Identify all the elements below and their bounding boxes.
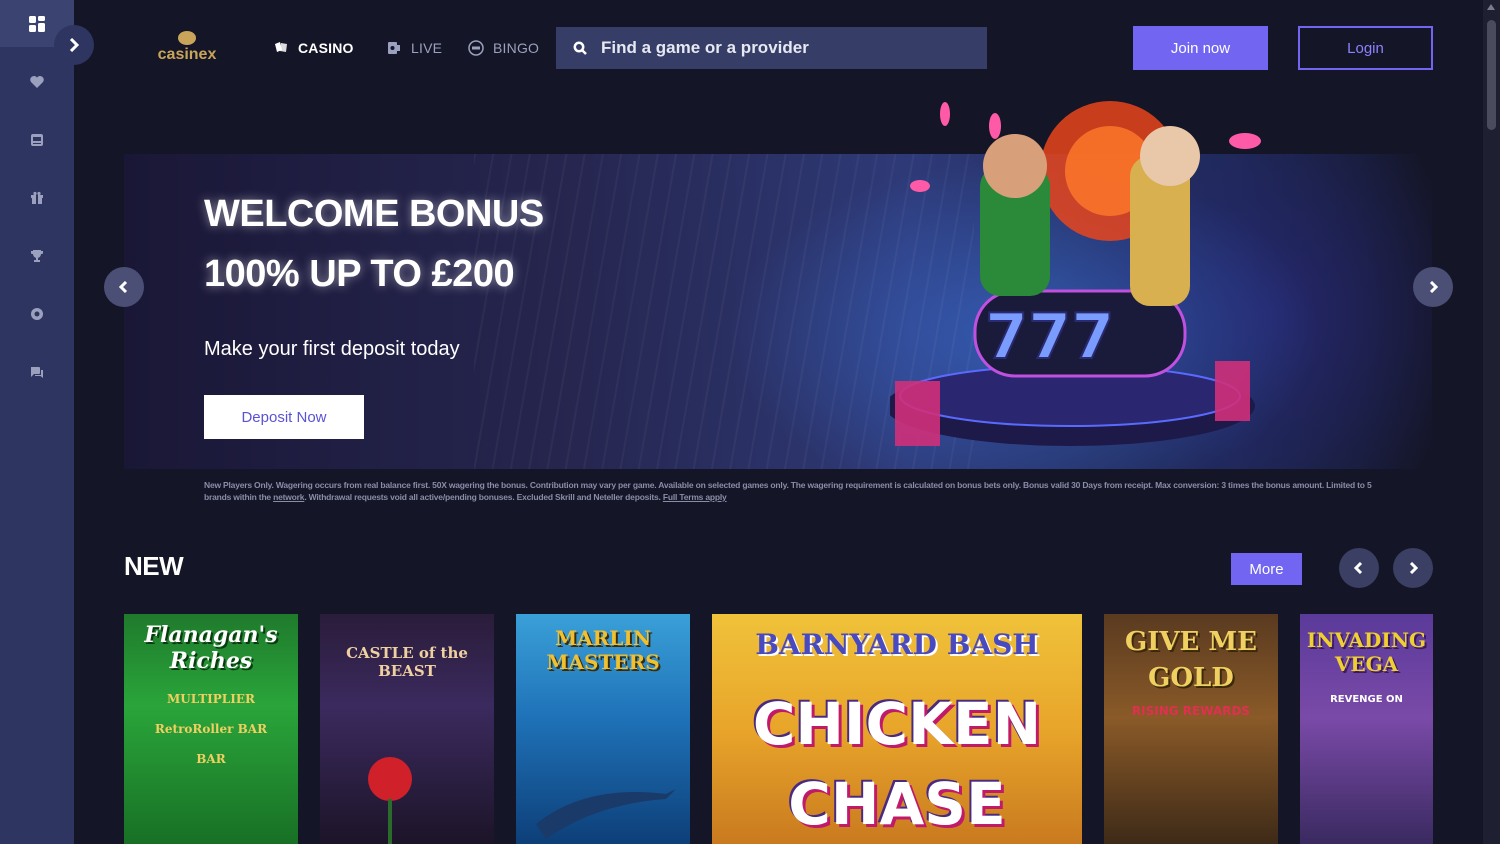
banner-prev-button[interactable] <box>104 267 144 307</box>
deposit-now-button[interactable]: Deposit Now <box>204 395 364 439</box>
nav-casino-label: CASINO <box>298 40 354 56</box>
game-title: GIVE ME GOLD <box>1124 627 1257 693</box>
chevron-right-icon <box>1409 562 1419 574</box>
game-tile[interactable]: INVADING VEGA REVENGE ON <box>1300 614 1433 844</box>
terms-network-link[interactable]: network <box>273 492 304 502</box>
nav-live[interactable]: LIVE <box>385 37 442 59</box>
sidebar-expand-button[interactable] <box>54 25 94 65</box>
search-icon <box>573 41 587 55</box>
more-button[interactable]: More <box>1231 553 1302 585</box>
marlin-icon <box>536 789 676 839</box>
chevron-right-icon <box>69 38 80 52</box>
search-input[interactable] <box>601 38 961 58</box>
game-subtitle: CHICKEN CHASE <box>752 690 1042 838</box>
search-bar[interactable] <box>556 27 987 69</box>
casinex-logo[interactable]: casinex <box>154 31 220 67</box>
chevron-left-icon <box>118 281 128 293</box>
banner-hero-artwork: 777 <box>890 101 1261 446</box>
nav-bingo-label: BINGO <box>493 40 540 56</box>
terms-body-2: . Withdrawal requests void all active/pe… <box>304 492 663 502</box>
game-title: BARNYARD BASH <box>755 628 1039 661</box>
slot-machine-icon <box>31 134 43 146</box>
game-title: CASTLE of the BEAST <box>346 644 468 680</box>
chat-icon <box>31 367 43 378</box>
logo-text: casinex <box>157 46 217 63</box>
terms-text: New Players Only. Wagering occurs from r… <box>204 479 1374 503</box>
game-tile[interactable]: BARNYARD BASH CHICKEN CHASE <box>712 614 1082 844</box>
sidebar <box>0 0 74 844</box>
game-tile[interactable]: GIVE ME GOLD RISING REWARDS <box>1104 614 1278 844</box>
gift-icon <box>31 191 43 204</box>
sidebar-item-favourites[interactable] <box>0 62 74 102</box>
sidebar-item-promotions[interactable] <box>0 178 74 218</box>
banner-subtitle: Make your first deposit today <box>204 338 460 360</box>
chevron-left-icon <box>1353 562 1363 574</box>
games-prev-button[interactable] <box>1339 548 1379 588</box>
game-title: Flanagan's Riches <box>144 622 278 674</box>
heart-icon <box>30 76 44 88</box>
sidebar-item-slots[interactable] <box>0 120 74 160</box>
full-terms-link[interactable]: Full Terms apply <box>663 492 727 502</box>
chevron-right-icon <box>1429 281 1439 293</box>
join-now-button[interactable]: Join now <box>1133 26 1268 70</box>
rose-icon <box>368 757 412 844</box>
section-title-new: NEW <box>124 551 184 581</box>
game-subtitle: MULTIPLIER RetroRoller BAR BAR <box>154 692 268 766</box>
banner-offer: 100% UP TO £200 <box>204 253 515 295</box>
game-tile[interactable]: CASTLE of the BEAST <box>320 614 494 844</box>
game-title: MARLIN MASTERS <box>546 626 660 674</box>
nav-casino[interactable]: CASINO <box>272 37 354 59</box>
game-title: INVADING VEGA <box>1306 628 1427 676</box>
game-subtitle: REVENGE ON <box>1330 694 1403 705</box>
sidebar-item-chat[interactable] <box>0 352 74 392</box>
bingo-icon <box>468 40 484 56</box>
nav-bingo[interactable]: BINGO <box>467 37 539 59</box>
sidebar-item-tournaments[interactable] <box>0 236 74 276</box>
reel-symbols: 777 <box>985 300 1114 373</box>
scrollbar-thumb[interactable] <box>1487 20 1496 130</box>
sidebar-item-support[interactable] <box>0 294 74 334</box>
trophy-icon <box>31 250 43 262</box>
nav-live-label: LIVE <box>411 40 443 56</box>
live-icon <box>388 42 400 54</box>
grid-icon <box>29 15 45 32</box>
game-tile[interactable]: MARLIN MASTERS <box>516 614 690 844</box>
game-subtitle: RISING REWARDS <box>1131 704 1251 718</box>
banner-title: WELCOME BONUS <box>204 193 544 235</box>
login-button[interactable]: Login <box>1298 26 1433 70</box>
scroll-up-arrow-icon[interactable] <box>1487 4 1495 10</box>
game-tile[interactable]: Flanagan's Riches MULTIPLIER RetroRoller… <box>124 614 298 844</box>
lifebuoy-icon <box>31 308 43 320</box>
games-next-button[interactable] <box>1393 548 1433 588</box>
banner-next-button[interactable] <box>1413 267 1453 307</box>
logo-crown-icon <box>178 31 196 45</box>
cards-icon <box>275 42 287 52</box>
